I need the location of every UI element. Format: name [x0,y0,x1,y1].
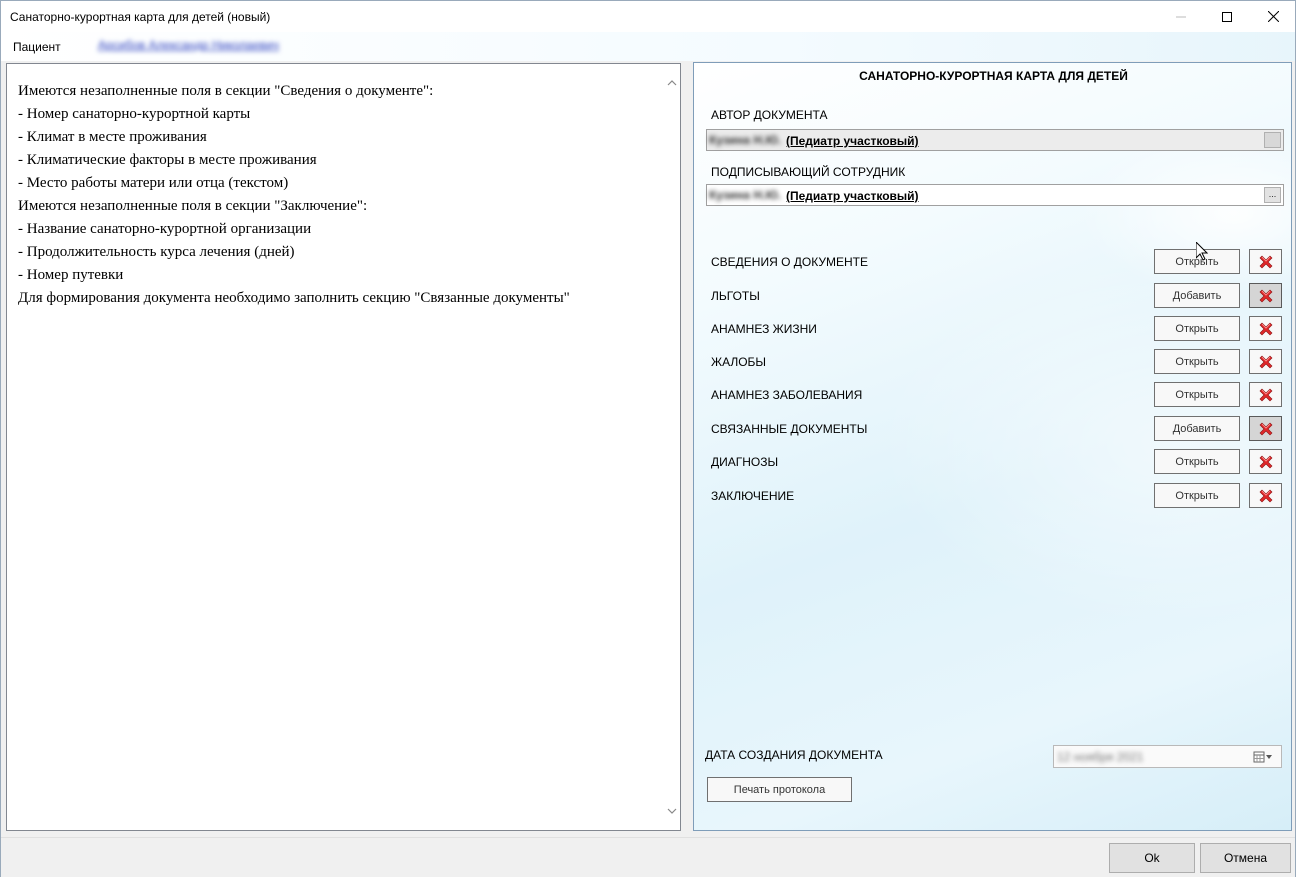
section-open-button[interactable]: Открыть [1154,316,1240,341]
delete-x-icon [1259,489,1272,502]
message-line: Имеются незаполненные поля в секции "Зак… [18,198,368,214]
patient-name-link[interactable]: Арсибов Александр Николаевич [98,38,279,52]
section-open-button[interactable]: Открыть [1154,349,1240,374]
document-panel: САНАТОРНО-КУРОРТНАЯ КАРТА ДЛЯ ДЕТЕЙ АВТО… [693,62,1292,831]
section-open-button[interactable]: Открыть [1154,382,1240,407]
message-line: - Место работы матери или отца (текстом) [18,175,289,191]
message-line: - Название санаторно-курортной организац… [18,221,312,237]
section-row: АНАМНЕЗ ЖИЗНИ Открыть [694,316,1291,342]
scroll-up-icon[interactable] [667,78,677,88]
signer-role: (Педиатр участковый) [786,189,919,203]
delete-x-icon [1259,455,1272,468]
calendar-dropdown-icon[interactable] [1253,751,1273,763]
cancel-button[interactable]: Отмена [1200,843,1291,873]
date-picker[interactable]: 12 ноября 2021 [1053,745,1282,768]
section-delete-button[interactable] [1249,416,1282,441]
maximize-icon [1222,11,1232,22]
message-line: - Климатические факторы в месте проживан… [18,152,317,168]
patient-label: Пациент [13,40,61,54]
message-line: - Климат в месте проживания [18,129,207,145]
section-row: АНАМНЕЗ ЗАБОЛЕВАНИЯ Открыть [694,382,1291,408]
author-label: АВТОР ДОКУМЕНТА [711,108,828,122]
author-field: Кузина Н.Ю. (Педиатр участковый) [706,129,1284,151]
ok-button[interactable]: Ok [1109,843,1195,873]
section-delete-button[interactable] [1249,316,1282,341]
patient-bar: Пациент Арсибов Александр Николаевич [1,32,1295,61]
message-line: - Номер путевки [18,267,124,283]
close-icon [1267,11,1279,22]
signer-field: Кузина Н.Ю. (Педиатр участковый) ... [706,184,1284,206]
section-delete-button[interactable] [1249,483,1282,508]
section-label: ЛЬГОТЫ [711,289,760,303]
delete-x-icon [1259,422,1272,435]
section-label: СВЕДЕНИЯ О ДОКУМЕНТЕ [711,255,868,269]
section-delete-button[interactable] [1249,382,1282,407]
section-row: СВЯЗАННЫЕ ДОКУМЕНТЫ Добавить [694,416,1291,442]
section-delete-button[interactable] [1249,349,1282,374]
section-label: ЖАЛОБЫ [711,355,767,369]
delete-x-icon [1259,355,1272,368]
minimize-icon [1176,16,1186,17]
section-open-button[interactable]: Открыть [1154,449,1240,474]
signer-select-button[interactable]: ... [1264,187,1281,203]
date-label: ДАТА СОЗДАНИЯ ДОКУМЕНТА [705,748,883,762]
section-delete-button[interactable] [1249,449,1282,474]
maximize-button[interactable] [1204,1,1250,32]
signer-name: Кузина Н.Ю. [709,188,782,202]
message-line: - Продолжительность курса лечения (дней) [18,244,295,260]
minimize-button[interactable] [1158,1,1204,32]
print-protocol-button[interactable]: Печать протокола [707,777,852,802]
date-value: 12 ноября 2021 [1057,750,1144,764]
section-delete-button[interactable] [1249,283,1282,308]
delete-x-icon [1259,289,1272,302]
validation-message-list: Имеются незаполненные поля в секции "Све… [18,80,658,310]
section-label: ЗАКЛЮЧЕНИЕ [711,489,795,503]
section-add-button[interactable]: Добавить [1154,283,1240,308]
signer-label: ПОДПИСЫВАЮЩИЙ СОТРУДНИК [711,165,906,179]
section-label: ДИАГНОЗЫ [711,455,779,469]
author-role: (Педиатр участковый) [786,134,919,148]
window-title: Санаторно-курортная карта для детей (нов… [10,10,271,24]
section-label: АНАМНЕЗ ЖИЗНИ [711,322,817,336]
section-delete-button[interactable] [1249,249,1282,274]
section-row: ЖАЛОБЫ Открыть [694,349,1291,375]
section-open-button[interactable]: Открыть [1154,483,1240,508]
delete-x-icon [1259,388,1272,401]
scroll-down-icon[interactable] [667,806,677,816]
delete-x-icon [1259,255,1272,268]
message-line: Имеются незаполненные поля в секции "Све… [18,83,434,99]
dialog-window: Санаторно-курортная карта для детей (нов… [0,0,1296,877]
dialog-footer: Ok Отмена [1,837,1295,877]
author-name: Кузина Н.Ю. [709,133,782,147]
mouse-cursor-icon [1196,242,1208,261]
section-label: АНАМНЕЗ ЗАБОЛЕВАНИЯ [711,388,863,402]
delete-x-icon [1259,322,1272,335]
section-label: СВЯЗАННЫЕ ДОКУМЕНТЫ [711,422,868,436]
close-button[interactable] [1250,1,1296,32]
message-line: - Номер санаторно-курортной карты [18,106,251,122]
section-row: ЗАКЛЮЧЕНИЕ Открыть [694,483,1291,509]
section-add-button[interactable]: Добавить [1154,416,1240,441]
document-title: САНАТОРНО-КУРОРТНАЯ КАРТА ДЛЯ ДЕТЕЙ [859,69,1128,83]
author-select-button [1264,132,1281,148]
title-bar: Санаторно-курортная карта для детей (нов… [1,1,1295,32]
section-row: ДИАГНОЗЫ Открыть [694,449,1291,475]
section-row: ЛЬГОТЫ Добавить [694,283,1291,309]
message-line: Для формирования документа необходимо за… [18,290,570,306]
validation-messages-panel: Имеются незаполненные поля в секции "Све… [6,63,681,831]
